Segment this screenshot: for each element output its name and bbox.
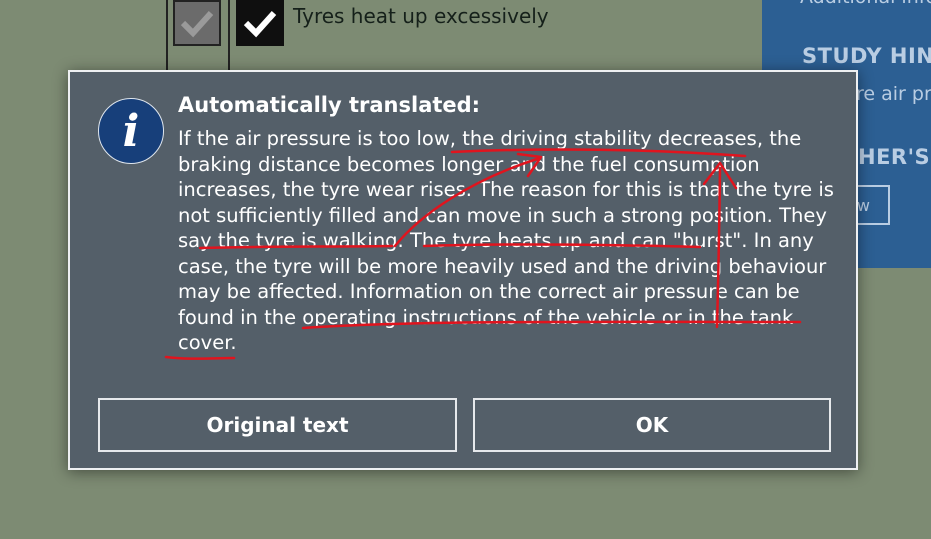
translation-dialog: i Automatically translated: If the air p… [68, 70, 858, 470]
info-icon: i [98, 98, 164, 164]
answer-checkbox-previous[interactable] [173, 0, 221, 46]
study-hint-text: re air pr [856, 83, 931, 105]
ok-button[interactable]: OK [473, 398, 831, 452]
teacher-heading: HER'S [858, 145, 931, 169]
dialog-title: Automatically translated: [178, 93, 481, 117]
body-line: If the air pressure is too low, the driv… [178, 127, 802, 150]
body-line: found in the operating instructions of t… [178, 305, 794, 329]
body-line: say the tyre is walking. The tyre heats … [178, 229, 814, 252]
body-line: may be affected. Information on the corr… [178, 280, 800, 303]
check-icon [243, 10, 277, 38]
dialog-body-text: If the air pressure is too low, the driv… [178, 126, 838, 356]
body-line: braking distance becomes longer and the … [178, 152, 760, 176]
body-line: cover. [178, 331, 237, 354]
study-hint-heading: STUDY HINT [802, 44, 931, 68]
body-line: not sufficiently filled and can move in … [178, 203, 827, 227]
answer-checkbox-selected[interactable] [236, 0, 284, 46]
original-text-button[interactable]: Original text [98, 398, 457, 452]
check-icon [180, 10, 214, 38]
teacher-view-button-label: w [856, 195, 870, 215]
body-line: increases, the tyre wear rises. The reas… [178, 178, 834, 201]
answer-option-text: Tyres heat up excessively [293, 4, 549, 28]
body-line: case, the tyre will be more heavily used… [178, 254, 827, 278]
side-panel-partial-text: Additional info [800, 0, 931, 8]
